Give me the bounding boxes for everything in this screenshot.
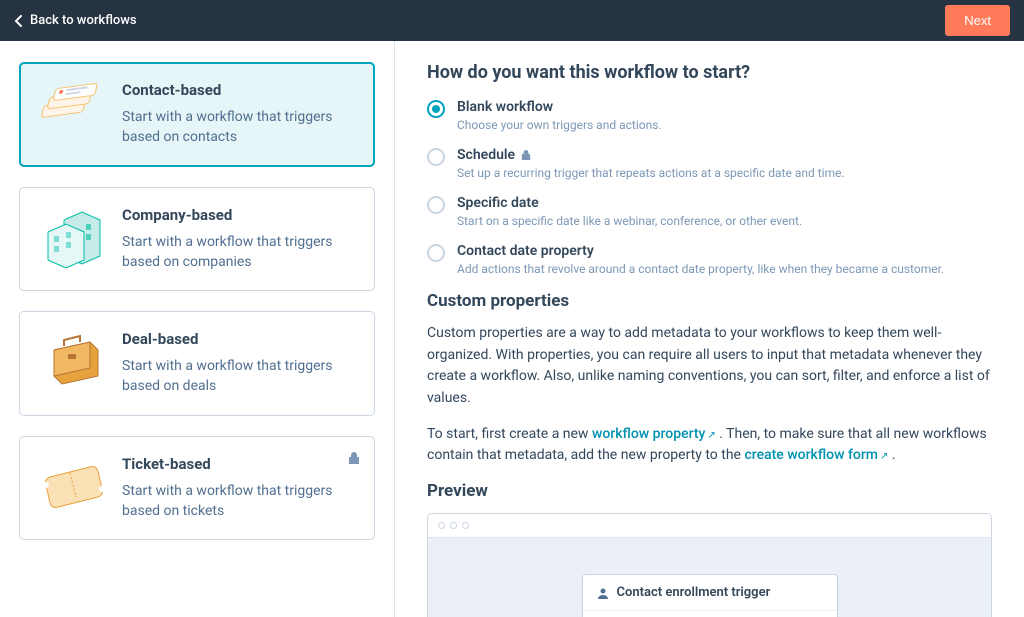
custom-properties-heading: Custom properties bbox=[427, 291, 992, 311]
preview-canvas: Contact enrollment trigger bbox=[428, 538, 991, 617]
card-deal-based[interactable]: Deal-based Start with a workflow that tr… bbox=[19, 311, 375, 416]
option-contact-date-property[interactable]: Contact date property Add actions that r… bbox=[427, 243, 992, 276]
person-icon bbox=[597, 587, 609, 599]
card-desc: Start with a workflow that triggers base… bbox=[122, 481, 356, 522]
start-heading: How do you want this workflow to start? bbox=[427, 62, 992, 83]
custom-properties-desc: Custom properties are a way to add metad… bbox=[427, 323, 992, 410]
trigger-card: Contact enrollment trigger bbox=[582, 574, 838, 617]
option-schedule[interactable]: Schedule Set up a recurring trigger that… bbox=[427, 147, 992, 180]
back-label: Back to workflows bbox=[30, 13, 137, 28]
option-desc: Choose your own triggers and actions. bbox=[457, 118, 662, 132]
option-desc: Set up a recurring trigger that repeats … bbox=[457, 166, 845, 180]
trigger-title: Contact enrollment trigger bbox=[617, 585, 771, 600]
option-specific-date[interactable]: Specific date Start on a specific date l… bbox=[427, 195, 992, 228]
radio-input[interactable] bbox=[427, 196, 445, 214]
radio-input[interactable] bbox=[427, 148, 445, 166]
card-ticket-based[interactable]: Ticket-based Start with a workflow that … bbox=[19, 436, 375, 541]
option-desc: Start on a specific date like a webinar,… bbox=[457, 214, 802, 228]
window-dot-icon bbox=[438, 522, 445, 529]
option-label: Blank workflow bbox=[457, 99, 553, 115]
top-bar: Back to workflows Next bbox=[0, 0, 1024, 41]
radio-input[interactable] bbox=[427, 244, 445, 262]
lock-icon bbox=[521, 149, 531, 161]
card-desc: Start with a workflow that triggers base… bbox=[122, 232, 356, 273]
window-dot-icon bbox=[462, 522, 469, 529]
card-company-based[interactable]: Company-based Start with a workflow that… bbox=[19, 187, 375, 292]
ticket-icon bbox=[34, 455, 108, 517]
next-button[interactable]: Next bbox=[945, 5, 1010, 36]
option-label: Specific date bbox=[457, 195, 539, 211]
preview-window-titlebar bbox=[428, 514, 991, 538]
workflow-property-link[interactable]: workflow property↗ bbox=[592, 426, 716, 442]
preview-heading: Preview bbox=[427, 481, 992, 501]
option-desc: Add actions that revolve around a contac… bbox=[457, 262, 944, 276]
right-panel: How do you want this workflow to start? … bbox=[395, 41, 1024, 617]
preview-frame: Contact enrollment trigger bbox=[427, 513, 992, 617]
radio-input[interactable] bbox=[427, 100, 445, 118]
custom-properties-instructions: To start, first create a new workflow pr… bbox=[427, 424, 992, 467]
contact-cards-icon bbox=[34, 81, 108, 143]
card-title: Ticket-based bbox=[122, 455, 356, 473]
buildings-icon bbox=[34, 206, 108, 268]
card-title: Company-based bbox=[122, 206, 356, 224]
briefcase-icon bbox=[34, 330, 108, 392]
card-contact-based[interactable]: Contact-based Start with a workflow that… bbox=[19, 62, 375, 167]
trigger-body-placeholder bbox=[583, 611, 837, 617]
card-desc: Start with a workflow that triggers base… bbox=[122, 356, 356, 397]
lock-icon bbox=[348, 451, 360, 465]
chevron-left-icon bbox=[14, 15, 22, 27]
create-workflow-form-link[interactable]: create workflow form↗ bbox=[744, 447, 888, 463]
option-blank-workflow[interactable]: Blank workflow Choose your own triggers … bbox=[427, 99, 992, 132]
card-desc: Start with a workflow that triggers base… bbox=[122, 107, 356, 148]
external-link-icon: ↗ bbox=[707, 430, 715, 441]
back-button[interactable]: Back to workflows bbox=[14, 13, 137, 28]
main-layout: Contact-based Start with a workflow that… bbox=[0, 41, 1024, 617]
workflow-type-sidebar: Contact-based Start with a workflow that… bbox=[0, 41, 395, 617]
option-label: Contact date property bbox=[457, 243, 594, 259]
card-title: Contact-based bbox=[122, 81, 356, 99]
card-title: Deal-based bbox=[122, 330, 356, 348]
window-dot-icon bbox=[450, 522, 457, 529]
option-label: Schedule bbox=[457, 147, 515, 163]
